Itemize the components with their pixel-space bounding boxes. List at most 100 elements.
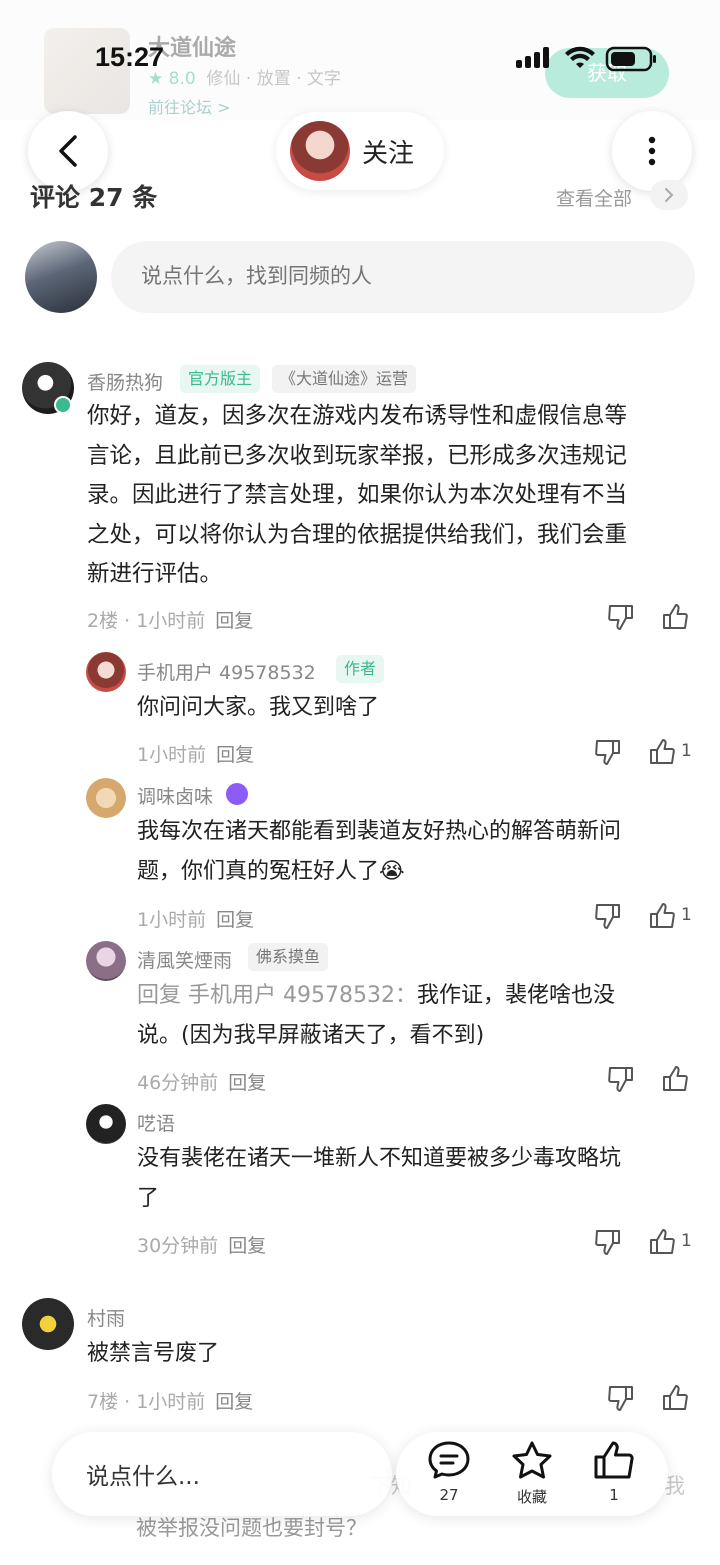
- comment-line: 录。因此进行了禁言处理，如果你认为本次处理有不当: [87, 482, 628, 508]
- reply-time: 1小时前: [137, 744, 207, 766]
- reply-body: 你问问大家。我又到啥了: [137, 688, 697, 728]
- game-tags: 修仙 · 放置 · 文字: [206, 69, 341, 89]
- reply-username[interactable]: 手机用户 49578532: [137, 658, 316, 685]
- reply-to-label[interactable]: 回复 手机用户 49578532：: [137, 983, 417, 1008]
- like-button[interactable]: [658, 600, 692, 634]
- thumbs-up-icon: [663, 604, 688, 629]
- dislike-button[interactable]: [591, 1225, 625, 1259]
- reply-button[interactable]: 回复: [216, 744, 254, 766]
- thumbs-up-icon: [663, 1066, 688, 1091]
- thumbs-up-icon: [663, 1385, 688, 1410]
- reply-body: 回复 手机用户 49578532：我作证，裴佬啥也没 说。(因为我早屏蔽诸天了，…: [137, 976, 697, 1056]
- like-count: 1: [681, 741, 692, 761]
- dislike-button[interactable]: [591, 899, 625, 933]
- comments-count-title: 评论 27 条: [30, 183, 158, 212]
- reply-line: 了: [137, 1186, 160, 1211]
- thumbs-up-icon: [650, 739, 675, 764]
- dislike-button[interactable]: [604, 1381, 638, 1415]
- chevron-right-icon: [665, 188, 674, 202]
- comment-time: 2楼 · 1小时前: [87, 610, 206, 632]
- comment-time: 7楼 · 1小时前: [87, 1391, 206, 1413]
- like-button[interactable]: [645, 735, 679, 769]
- reply-button[interactable]: 回复: [228, 1235, 266, 1257]
- game-controller-badge-icon: [226, 783, 248, 805]
- reply-button[interactable]: 回复: [215, 1391, 253, 1413]
- comment-count: 27: [439, 1486, 459, 1504]
- like-button[interactable]: [645, 899, 679, 933]
- wifi-icon: [565, 46, 595, 68]
- dislike-button[interactable]: [591, 735, 625, 769]
- bottom-input-placeholder[interactable]: 说点什么...: [86, 1457, 200, 1491]
- more-button[interactable]: [612, 111, 692, 191]
- reply-time: 46分钟前: [137, 1072, 219, 1094]
- reply-line: 你问问大家。我又到啥了: [137, 695, 380, 720]
- comment-line: 言论，且此前已多次收到玩家举报，已形成多次违规记: [87, 442, 628, 469]
- reply-line: 我每次在诸天都能看到裴道友好热心的解答萌新问: [137, 819, 622, 844]
- view-all-chevron[interactable]: [650, 180, 688, 210]
- reply-username[interactable]: 调味卤味: [137, 782, 213, 809]
- reply-meta: 1小时前 回复: [137, 740, 254, 767]
- thumbs-down-icon: [608, 1386, 633, 1411]
- partial-comment-text: 被举报没问题也要封号？: [136, 1516, 367, 1540]
- signal-icon: [516, 47, 549, 68]
- dislike-button[interactable]: [604, 600, 638, 634]
- reply-meta: 30分钟前 回复: [137, 1231, 266, 1258]
- reply-button[interactable]: 回复: [228, 1072, 266, 1094]
- like-button[interactable]: [658, 1062, 692, 1096]
- comment-meta: 2楼 · 1小时前 回复: [87, 606, 253, 633]
- comment-body: 你好，道友，因多次在游戏内发布诱导性和虚假信息等 言论，且此前已多次收到玩家举报…: [87, 397, 697, 595]
- forum-link[interactable]: 前往论坛 >: [148, 94, 231, 118]
- status-icons: [516, 46, 656, 72]
- thumbs-up-icon: [594, 1441, 634, 1479]
- like-count: 1: [681, 905, 692, 925]
- follow-label: 关注: [362, 138, 415, 169]
- thumbs-down-icon: [595, 1230, 620, 1255]
- reply-username[interactable]: 呓语: [137, 1109, 175, 1136]
- reply-body: 没有裴佬在诸天一堆新人不知道要被多少毒攻略坑 了: [137, 1139, 697, 1219]
- avatar[interactable]: [22, 1298, 74, 1350]
- reply-line: 回复 手机用户 49578532：我作证，裴佬啥也没: [137, 983, 615, 1008]
- comment-button[interactable]: 27: [419, 1440, 479, 1504]
- dislike-button[interactable]: [604, 1062, 638, 1096]
- like-count: 1: [681, 1231, 692, 1251]
- bottom-like-button[interactable]: 1: [584, 1440, 644, 1504]
- comment-body: 被禁言号废了: [87, 1334, 687, 1374]
- reply-username[interactable]: 清風笑煙雨: [137, 946, 232, 973]
- reply-line: 说。(因为我早屏蔽诸天了，看不到): [137, 1023, 485, 1048]
- follow-button[interactable]: 关注: [276, 112, 444, 190]
- reply-line: 没有裴佬在诸天一堆新人不知道要被多少毒攻略坑: [137, 1146, 622, 1171]
- comment-meta: 7楼 · 1小时前 回复: [87, 1387, 253, 1414]
- reply-time: 30分钟前: [137, 1235, 219, 1257]
- reply-body: 我每次在诸天都能看到裴道友好热心的解答萌新问 题，你们真的冤枉好人了😭: [137, 812, 697, 892]
- battery-icon: [605, 46, 656, 72]
- like-button[interactable]: [658, 1381, 692, 1415]
- reply-button[interactable]: 回复: [215, 610, 253, 632]
- comment-line: 被禁言号废了: [87, 1341, 220, 1366]
- like-total: 1: [609, 1486, 619, 1504]
- more-dots-icon: [648, 136, 656, 166]
- reply-button[interactable]: 回复: [216, 909, 254, 931]
- author-badge: 作者: [336, 655, 385, 683]
- comment-line: 你好，道友，因多次在游戏内发布诱导性和虚假信息等: [87, 403, 628, 429]
- author-avatar: [290, 121, 350, 181]
- avatar[interactable]: [86, 1104, 126, 1144]
- operator-badge: 《大道仙途》运营: [272, 365, 417, 393]
- avatar[interactable]: [86, 778, 126, 818]
- comment-line: 之处，可以将你认为合理的依据提供给我们，我们会重: [87, 521, 628, 548]
- thumbs-up-icon: [650, 1229, 675, 1254]
- reply-line: 题，你们真的冤枉好人了😭: [137, 859, 405, 884]
- like-button[interactable]: [645, 1225, 679, 1259]
- avatar[interactable]: [86, 652, 126, 692]
- reply-time: 1小时前: [137, 909, 207, 931]
- star-icon: [512, 1441, 552, 1479]
- back-arrow-icon: [59, 135, 77, 167]
- reply-meta: 46分钟前 回复: [137, 1068, 266, 1095]
- view-all-link[interactable]: 查看全部: [556, 184, 632, 211]
- comment-input[interactable]: [111, 241, 695, 313]
- thumbs-up-icon: [650, 903, 675, 928]
- thumbs-down-icon: [595, 740, 620, 765]
- favorite-button[interactable]: 收藏: [502, 1440, 562, 1507]
- comment-username[interactable]: 香肠热狗: [87, 368, 163, 395]
- avatar[interactable]: [86, 941, 126, 981]
- comment-username[interactable]: 村雨: [87, 1304, 125, 1331]
